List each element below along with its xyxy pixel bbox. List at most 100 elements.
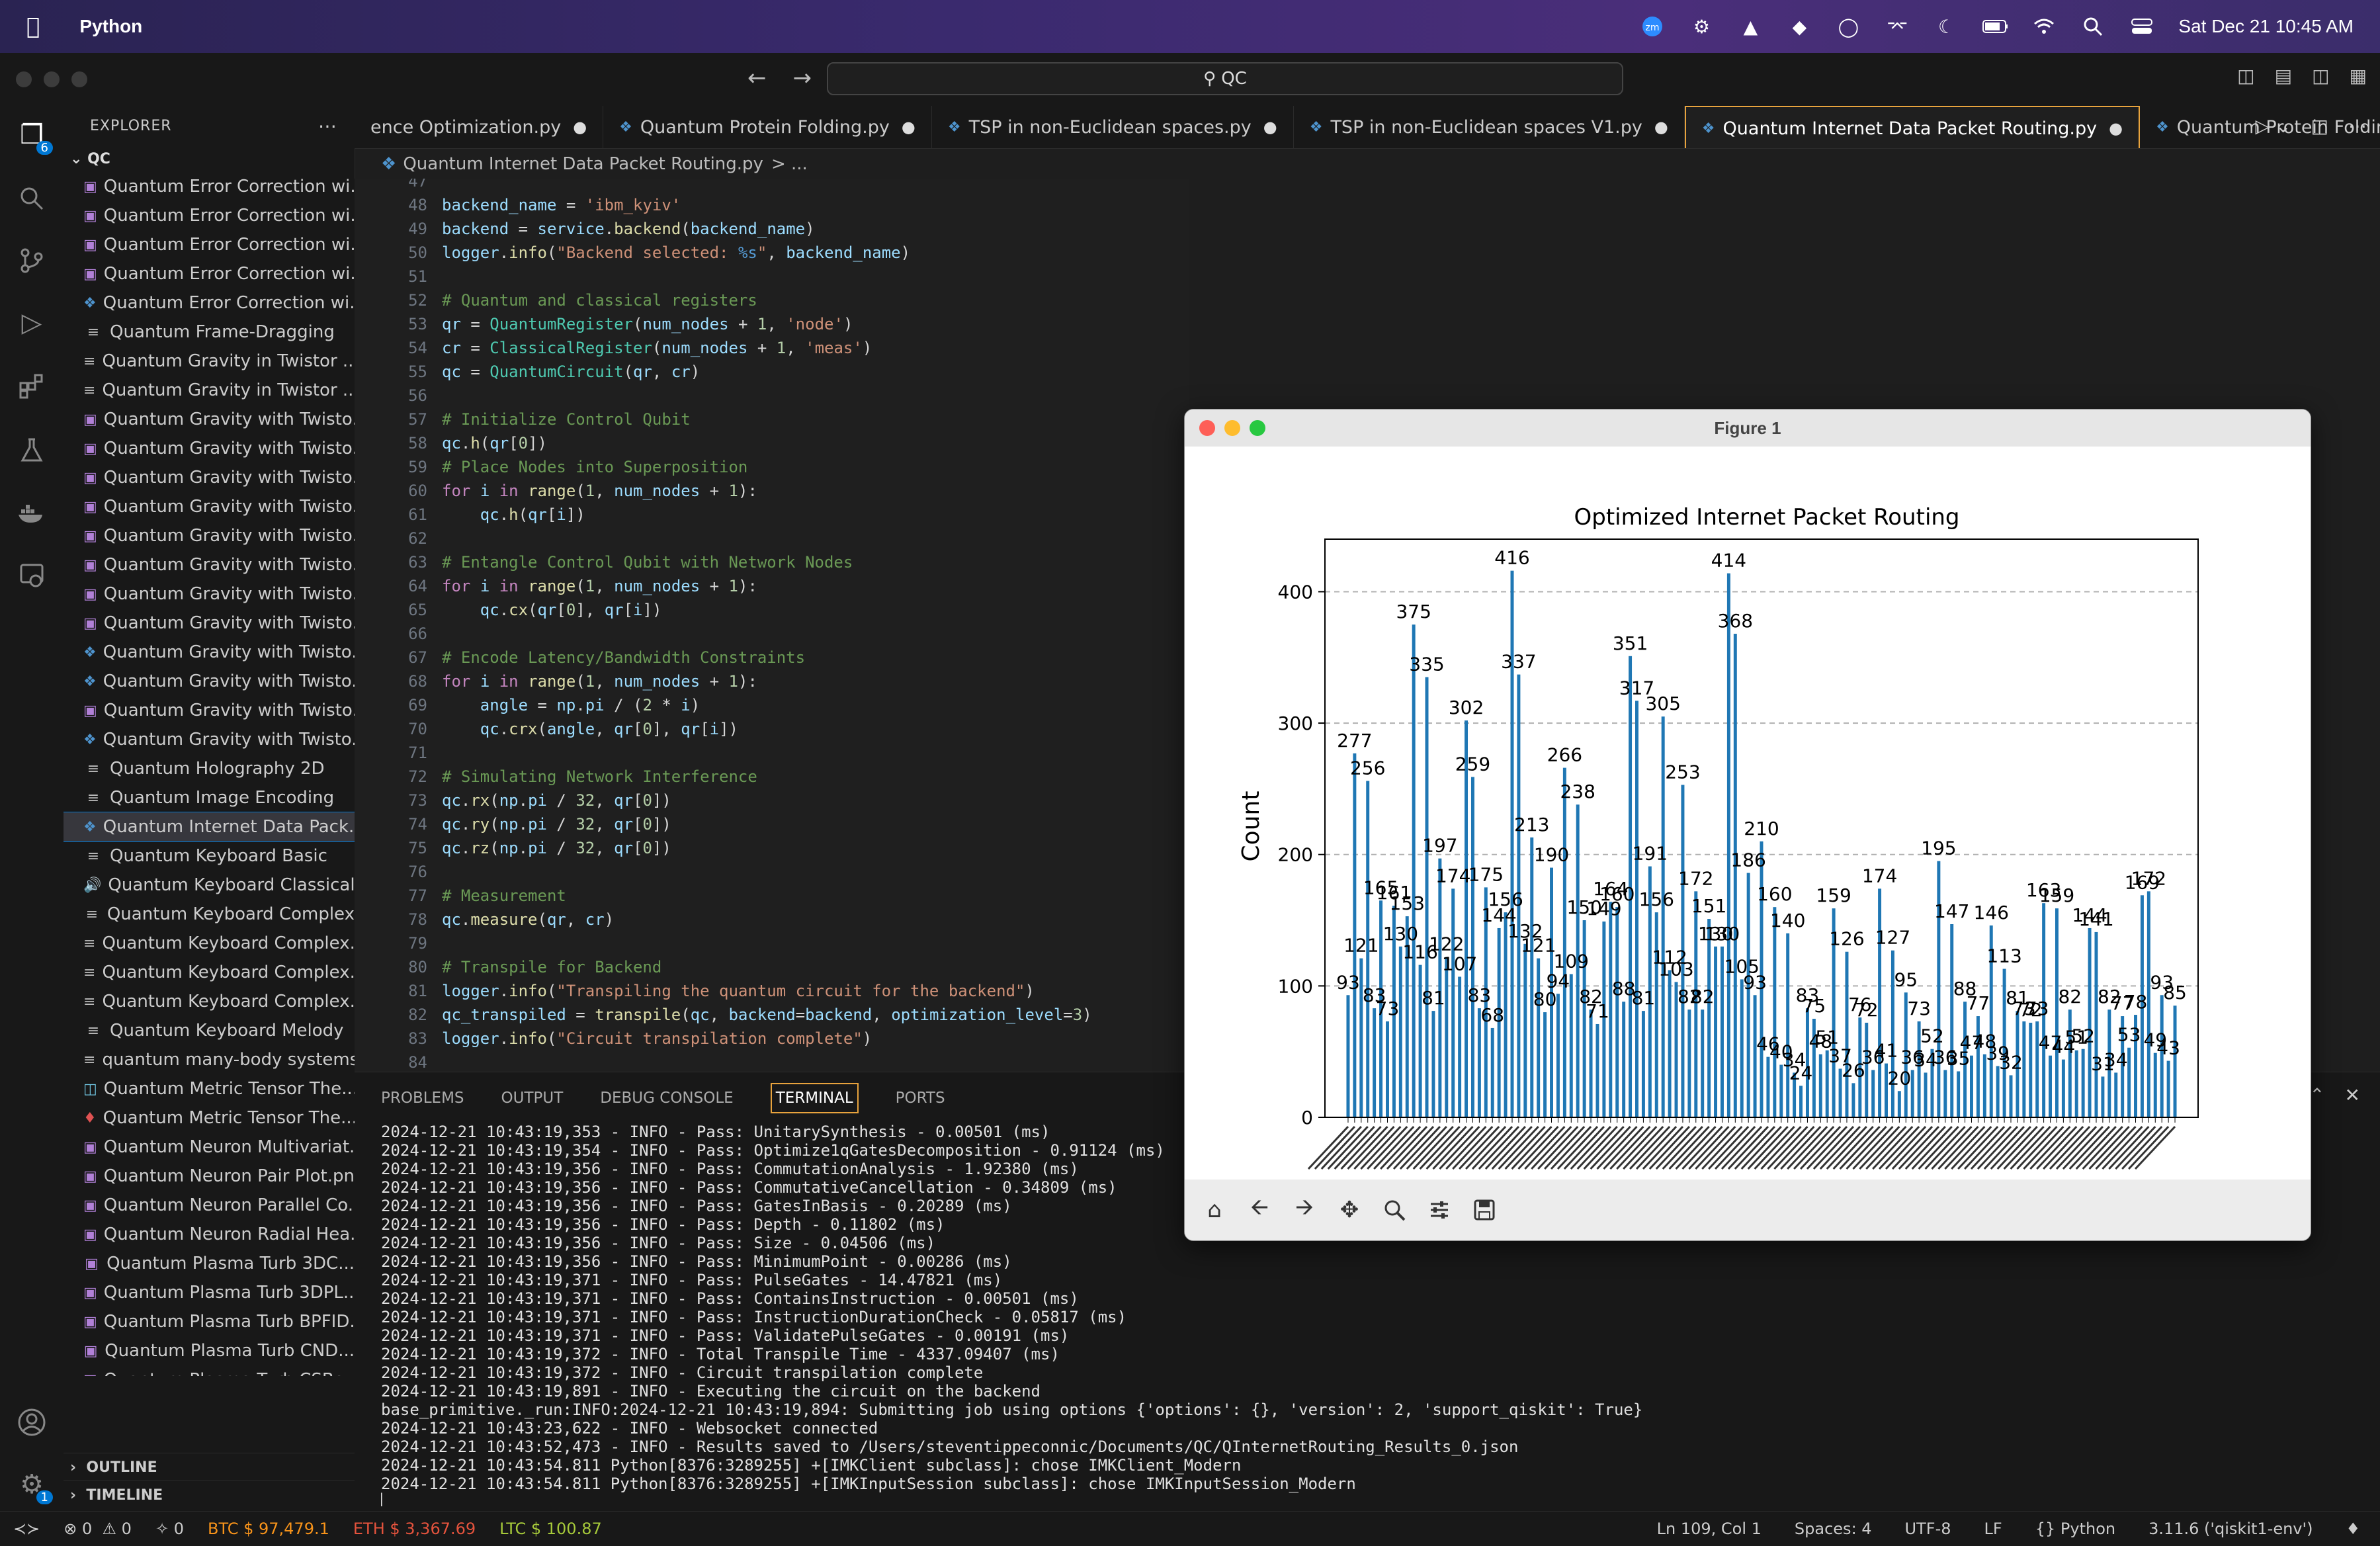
editor-tab[interactable]: ❖ TSP in non-Euclidean spaces V1.py ● [1294,106,1685,148]
more-actions-icon[interactable]: ⋯ [318,115,337,137]
file-item[interactable]: ▣ Quantum Neuron Pair Plot.png [64,1162,355,1191]
ports-status[interactable]: ✧ 0 [155,1520,184,1538]
steam-icon[interactable]: ⚙ [1689,14,1714,39]
file-item[interactable]: ▣ Quantum Gravity with Twisto... [64,492,355,521]
file-item[interactable]: ▣ Quantum Neuron Multivariat... [64,1133,355,1162]
close-panel-icon[interactable]: ✕ [2345,1084,2360,1106]
zoom-icon[interactable]: zm [1640,14,1665,39]
explorer-icon[interactable]: ❐ 6 [12,115,53,155]
file-item[interactable]: ≡ Quantum Keyboard Complex [64,900,355,929]
customize-layout-icon[interactable]: ▦ [2350,65,2367,87]
moon-icon[interactable]: ☾ [1934,14,1959,39]
toggle-secondary-sidebar-icon[interactable]: ◫ [2312,65,2329,87]
code-editor[interactable]: 47 48 backend_name = 'ibm_kyiv' 49 backend =… [355,179,1189,1072]
file-item[interactable]: ▣ Quantum Error Correction wi... [64,230,355,259]
wifi-icon[interactable] [2031,14,2057,39]
unsaved-dot-icon[interactable]: ● [573,118,587,136]
panel-tab-debug-console[interactable]: DEBUG CONSOLE [600,1090,733,1107]
notifications-bell-icon[interactable]: ♦ [2346,1520,2360,1538]
home-icon[interactable]: ⌂ [1197,1192,1232,1228]
ltc-ticker[interactable]: LTC $ 100.87 [499,1520,602,1538]
testing-flask-icon[interactable] [12,430,52,470]
toggle-panel-icon[interactable]: ▤ [2275,65,2292,87]
file-item[interactable]: ≡ Quantum Keyboard Complex... [64,987,355,1016]
panel-tab-ports[interactable]: PORTS [896,1090,945,1107]
editor-tab[interactable]: ence Optimization.py ● [355,106,604,148]
file-item[interactable]: ▣ Quantum Gravity with Twisto... [64,580,355,609]
file-item[interactable]: ▣ Quantum Plasma Turb 3DC... [64,1249,355,1278]
maximize-panel-icon[interactable]: ⌃ [2309,1084,2324,1106]
matplotlib-figure-window[interactable]: Figure 1 Optimized Internet Packet Routi… [1184,409,2311,1241]
forward-arrow-icon[interactable]: 🡪 [1287,1192,1322,1228]
file-item[interactable]: ▣ Quantum Gravity with Twisto... [64,696,355,725]
file-item[interactable]: ▣ Quantum Error Correction wi... [64,201,355,230]
run-debug-icon[interactable]: ▷ [12,303,52,343]
extensions-icon[interactable] [12,366,52,406]
file-item[interactable]: ≡ Quantum Holography 2D [64,754,355,783]
forward-arrow-icon[interactable]: → [793,65,812,91]
control-center-icon[interactable] [2129,14,2154,39]
file-item[interactable]: ▣ Quantum Gravity with Twisto... [64,463,355,492]
split-editor-icon[interactable]: ◫ [2311,115,2328,137]
unsaved-dot-icon[interactable]: ● [902,118,915,136]
toggle-primary-sidebar-icon[interactable]: ◫ [2237,65,2254,87]
outline-section[interactable]: › OUTLINE [64,1453,355,1481]
timeline-section[interactable]: › TIMELINE [64,1481,355,1509]
close-window-button[interactable] [16,71,32,87]
file-item[interactable]: ▣ Quantum Plasma Turb CND... [64,1336,355,1365]
figure-minimize-button[interactable] [1224,420,1240,436]
file-item[interactable]: ▣ Quantum Gravity with Twisto... [64,521,355,550]
file-item[interactable]: ▣ Quantum Neuron Parallel Co... [64,1191,355,1220]
file-item[interactable]: ▣ Quantum Plasma Turb 3DPL... [64,1278,355,1307]
diamond-icon[interactable]: ◆ [1787,14,1812,39]
manage-gear-icon[interactable]: ⚙ 1 [12,1465,53,1504]
search-icon[interactable] [12,179,52,218]
minimize-window-button[interactable] [44,71,60,87]
accounts-icon[interactable] [12,1402,52,1442]
editor-tab[interactable]: ❖ Quantum Protein Folding.py ● [603,106,932,148]
python-interpreter[interactable]: 3.11.6 ('qiskit1-env') [2148,1520,2313,1538]
back-arrow-icon[interactable]: ← [747,65,767,91]
network-monitor-icon[interactable]: ◯ [1836,14,1861,39]
figure-close-button[interactable] [1199,420,1215,436]
run-python-file-icon[interactable]: ▷ ⌄ [2256,115,2291,137]
configure-subplots-icon[interactable] [1422,1192,1457,1228]
apple-menu-icon[interactable]:  [26,13,40,40]
file-item[interactable]: ≡ Quantum Keyboard Basic [64,841,355,871]
remote-indicator-icon[interactable]: ≺≻ [13,1520,40,1538]
breadcrumb-rest[interactable]: > ... [771,154,808,174]
file-item[interactable]: ❖ Quantum Internet Data Pack... [64,812,355,842]
file-item[interactable]: ▣ Quantum Neuron Radial Hea... [64,1220,355,1249]
file-item[interactable]: ▣ Quantum Gravity with Twisto... [64,609,355,638]
encoding[interactable]: UTF-8 [1905,1520,1951,1538]
file-item[interactable]: ▣ Quantum Error Correction wi... [64,172,355,201]
file-item[interactable]: ▣ Quantum Plasma Turb BPFID... [64,1307,355,1336]
file-item[interactable]: ≡ Quantum Gravity in Twistor ... [64,347,355,376]
unsaved-dot-icon[interactable]: ● [1263,118,1277,136]
file-item[interactable]: ▣ Quantum Plasma Turb CSBo... [64,1365,355,1376]
indentation[interactable]: Spaces: 4 [1795,1520,1872,1538]
file-item[interactable]: ♦ Quantum Metric Tensor The... [64,1103,355,1133]
source-control-icon[interactable] [12,241,52,280]
file-item[interactable]: 🔊 Quantum Keyboard Classical... [64,871,355,900]
cursor-position[interactable]: Ln 109, Col 1 [1657,1520,1762,1538]
file-item[interactable]: ≡ Quantum Image Encoding [64,783,355,812]
breadcrumb-file[interactable]: Quantum Internet Data Packet Routing.py [403,154,763,174]
panel-tab-terminal[interactable]: TERMINAL [770,1083,859,1113]
file-item[interactable]: ❖ Quantum Gravity with Twisto... [64,725,355,754]
file-item[interactable]: ▣ Quantum Gravity with Twisto... [64,434,355,463]
airdrop-icon[interactable]: ⌤ [1885,14,1910,39]
file-item[interactable]: ≡ Quantum Frame-Dragging [64,318,355,347]
file-item[interactable]: ▣ Quantum Error Correction wi... [64,259,355,288]
remote-explorer-icon[interactable] [12,556,52,595]
file-item[interactable]: ≡ Quantum Keyboard Melody [64,1016,355,1045]
file-item[interactable]: ▣ Quantum Gravity with Twisto... [64,550,355,580]
back-arrow-icon[interactable]: 🡨 [1242,1192,1277,1228]
file-item[interactable]: ≡ Quantum Keyboard Complex... [64,929,355,958]
editor-tab[interactable]: ❖ Quantum Internet Data Packet Routing.py… [1684,106,2141,148]
spotlight-search-icon[interactable] [2080,14,2105,39]
file-item[interactable]: ❖ Quantum Gravity with Twisto... [64,638,355,667]
more-actions-icon[interactable]: ⋯ [2348,115,2367,137]
pan-icon[interactable]: ✥ [1332,1192,1367,1228]
unsaved-dot-icon[interactable]: ● [2109,119,2123,138]
